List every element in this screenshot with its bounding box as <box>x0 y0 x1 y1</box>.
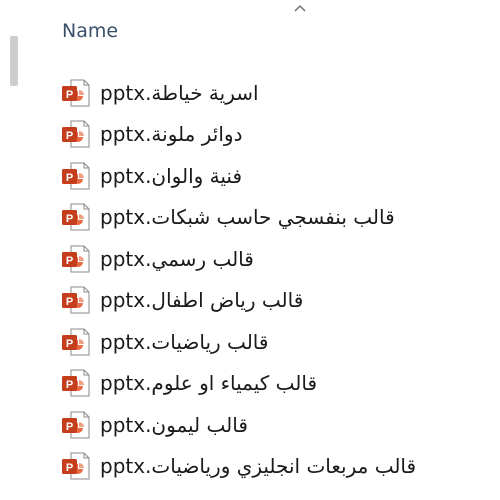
svg-text:P: P <box>66 255 73 267</box>
file-name: قالب مربعات انجليزي ورياضيات.pptx <box>100 454 417 479</box>
powerpoint-file-icon: P <box>62 369 90 397</box>
powerpoint-file-icon: P <box>62 411 90 439</box>
file-row[interactable]: P قالب بنفسجي حاسب شبكات.pptx <box>60 197 500 239</box>
file-row[interactable]: P قالب ليمون.pptx <box>60 404 500 446</box>
file-explorer-window: Name P اسرية خياطة.pptx P دوائر ملونة.pp… <box>0 0 500 500</box>
powerpoint-file-icon: P <box>62 286 90 314</box>
powerpoint-file-icon: P <box>62 120 90 148</box>
file-name: دوائر ملونة.pptx <box>100 122 243 147</box>
powerpoint-file-icon: P <box>62 203 90 231</box>
vertical-scrollbar[interactable] <box>0 0 26 500</box>
svg-text:P: P <box>66 338 73 350</box>
file-row[interactable]: P دوائر ملونة.pptx <box>60 114 500 156</box>
svg-text:P: P <box>66 379 73 391</box>
file-name: قالب كيمياء او علوم.pptx <box>100 371 318 396</box>
file-name: قالب بنفسجي حاسب شبكات.pptx <box>100 205 395 230</box>
scrollbar-thumb[interactable] <box>10 36 18 86</box>
svg-text:P: P <box>66 130 73 142</box>
file-row[interactable]: P قالب رياضيات.pptx <box>60 321 500 363</box>
file-row[interactable]: P قالب كيمياء او علوم.pptx <box>60 363 500 405</box>
file-name: قالب ليمون.pptx <box>100 412 248 437</box>
file-name: اسرية خياطة.pptx <box>100 80 259 105</box>
file-row[interactable]: P قالب رياض اطفال.pptx <box>60 280 500 322</box>
file-row[interactable]: P قالب مربعات انجليزي ورياضيات.pptx <box>60 446 500 488</box>
svg-text:P: P <box>66 89 73 101</box>
file-row[interactable]: P اسرية خياطة.pptx <box>60 72 500 114</box>
svg-text:P: P <box>66 296 73 308</box>
chevron-up-icon[interactable] <box>292 2 308 14</box>
svg-text:P: P <box>66 462 73 474</box>
file-list: P اسرية خياطة.pptx P دوائر ملونة.pptx P … <box>60 72 500 487</box>
file-row[interactable]: P قالب رسمي.pptx <box>60 238 500 280</box>
svg-text:P: P <box>66 421 73 433</box>
powerpoint-file-icon: P <box>62 245 90 273</box>
svg-text:P: P <box>66 213 73 225</box>
svg-text:P: P <box>66 172 73 184</box>
powerpoint-file-icon: P <box>62 452 90 480</box>
column-header-name[interactable]: Name <box>62 20 118 42</box>
powerpoint-file-icon: P <box>62 79 90 107</box>
file-name: فنية والوان.pptx <box>100 163 243 188</box>
powerpoint-file-icon: P <box>62 328 90 356</box>
file-row[interactable]: P فنية والوان.pptx <box>60 155 500 197</box>
file-name: قالب رياض اطفال.pptx <box>100 288 304 313</box>
powerpoint-file-icon: P <box>62 162 90 190</box>
file-name: قالب رسمي.pptx <box>100 246 254 271</box>
file-name: قالب رياضيات.pptx <box>100 329 269 354</box>
